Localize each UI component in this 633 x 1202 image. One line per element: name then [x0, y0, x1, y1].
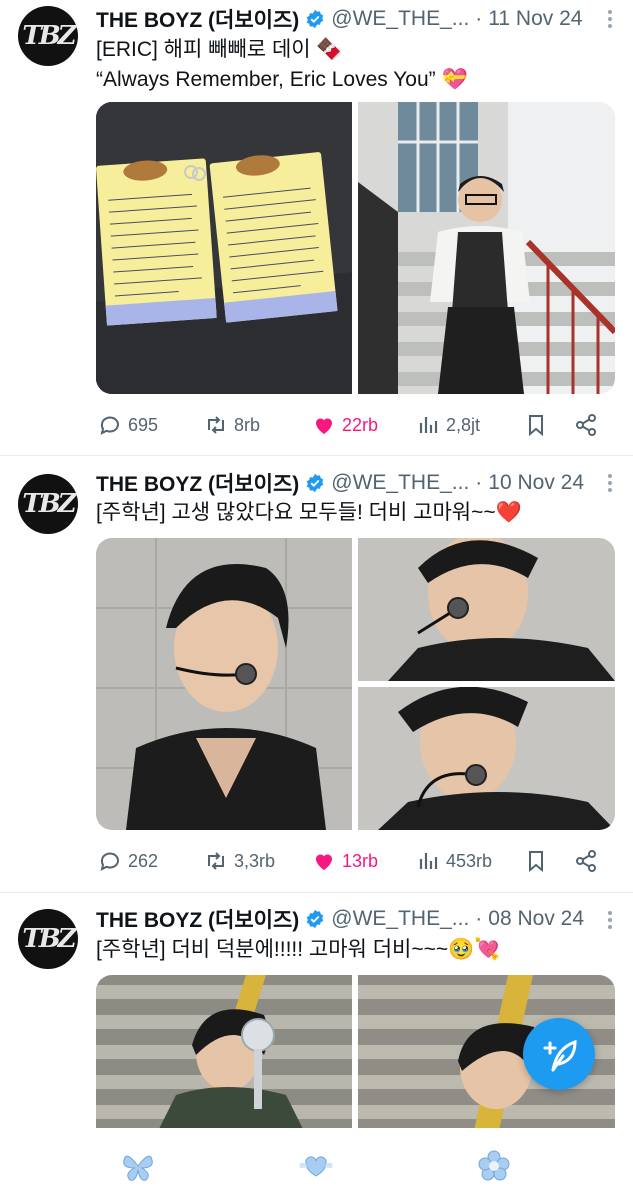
reply-button[interactable]: 262	[98, 846, 158, 876]
reply-count: 695	[128, 414, 159, 435]
verified-badge-icon	[307, 909, 324, 929]
selfie-with-headset-mic[interactable]	[96, 538, 352, 830]
tweet-media-grid[interactable]	[96, 538, 615, 830]
more-options-icon[interactable]	[601, 911, 619, 929]
more-options-icon[interactable]	[601, 10, 619, 28]
tweet-text: [주학년] 더비 덕분에!!!!! 고마워 더비~~~🥹💘	[96, 935, 619, 965]
view-count: 2,8jt	[446, 414, 481, 435]
like-button[interactable]: 13rb	[312, 846, 378, 876]
handwritten-letters-photo[interactable]	[96, 102, 352, 394]
author-handle[interactable]: @WE_THE_...	[331, 471, 469, 495]
retweet-count: 3,3rb	[234, 850, 276, 871]
retweet-icon	[208, 852, 224, 870]
reply-icon	[100, 416, 119, 435]
photo-holding-lightstick[interactable]	[96, 975, 352, 1135]
eric-on-staircase-photo[interactable]	[358, 102, 615, 394]
like-count: 22rb	[342, 414, 379, 435]
avatar[interactable]: TBZ	[18, 6, 78, 66]
views-icon	[419, 417, 438, 433]
reply-button[interactable]: 695	[98, 410, 158, 440]
author-handle[interactable]: @WE_THE_...	[331, 907, 469, 931]
tweet-header: THE BOYZ (더보이즈) @WE_THE_... · 08 Nov 24	[96, 905, 621, 933]
tweet-1[interactable]: TBZ THE BOYZ (더보이즈) @WE_THE_... · 11 Nov…	[0, 0, 633, 456]
like-button[interactable]: 22rb	[312, 410, 378, 440]
heart-wings-icon[interactable]	[298, 1148, 334, 1184]
tweet-text-line: [주학년] 더비 덕분에!!!!! 고마워 더비~~~🥹💘	[96, 938, 501, 961]
reply-icon	[100, 852, 119, 871]
bookmark-icon	[529, 851, 543, 873]
bookmark-button[interactable]	[524, 846, 554, 876]
views-button[interactable]: 2,8jt	[416, 410, 480, 440]
tweet-header: THE BOYZ (더보이즈) @WE_THE_... · 10 Nov 24	[96, 469, 621, 497]
tweet-date[interactable]: 11 Nov 24	[488, 7, 582, 31]
separator-dot: ·	[475, 471, 483, 494]
avatar[interactable]: TBZ	[18, 474, 78, 534]
like-count: 13rb	[342, 850, 379, 871]
compose-tweet-button[interactable]	[523, 1018, 595, 1090]
tweet-text: [주학년] 고생 많았다요 모두들! 더비 고마워~~❤️	[96, 498, 619, 528]
reply-count: 262	[128, 850, 159, 871]
tweet-text-line: “Always Remember, Eric Loves You” 💝	[96, 68, 468, 91]
tweet-date[interactable]: 08 Nov 24	[488, 907, 584, 931]
heart-icon	[316, 854, 332, 870]
tweet-date[interactable]: 10 Nov 24	[488, 471, 584, 495]
tweet-2[interactable]: TBZ THE BOYZ (더보이즈) @WE_THE_... · 10 Nov…	[0, 456, 633, 893]
retweet-button[interactable]: 3,3rb	[204, 846, 275, 876]
verified-badge-icon	[307, 9, 324, 29]
tweet-text-line: [ERIC] 해피 빼빼로 데이 🍫	[96, 38, 343, 61]
author-name[interactable]: THE BOYZ (더보이즈)	[96, 468, 299, 498]
tweet-text: [ERIC] 해피 빼빼로 데이 🍫 “Always Remember, Eri…	[96, 35, 619, 95]
share-button[interactable]	[574, 410, 604, 440]
author-name[interactable]: THE BOYZ (더보이즈)	[96, 904, 299, 934]
tweet-text-line: [주학년] 고생 많았다요 모두들! 더비 고마워~~❤️	[96, 501, 522, 524]
retweet-icon	[208, 416, 224, 434]
tweet-media-grid[interactable]	[96, 102, 615, 394]
avatar[interactable]: TBZ	[18, 909, 78, 969]
share-icon	[576, 414, 596, 436]
separator-dot: ·	[475, 7, 483, 30]
tweet-header: THE BOYZ (더보이즈) @WE_THE_... · 11 Nov 24	[96, 5, 621, 33]
bookmark-button[interactable]	[524, 410, 554, 440]
bookmark-icon	[529, 415, 543, 437]
flower-icon[interactable]	[476, 1148, 512, 1184]
bottom-navigation	[0, 1128, 633, 1200]
butterfly-icon[interactable]	[120, 1148, 156, 1184]
retweet-count: 8rb	[234, 414, 261, 435]
share-icon	[576, 850, 596, 872]
author-handle[interactable]: @WE_THE_...	[331, 7, 469, 31]
compose-icon	[543, 1039, 577, 1072]
avatar-logo: TBZ	[22, 924, 76, 954]
avatar-logo: TBZ	[22, 21, 76, 51]
retweet-button[interactable]: 8rb	[204, 410, 260, 440]
heart-icon	[316, 418, 332, 434]
more-options-icon[interactable]	[601, 474, 619, 492]
views-icon	[419, 853, 438, 869]
author-name[interactable]: THE BOYZ (더보이즈)	[96, 4, 299, 34]
verified-badge-icon	[307, 473, 324, 493]
selfie-closeup-2[interactable]	[358, 687, 615, 830]
tweet-actions: 695 8rb 22rb 2,8jt	[96, 410, 615, 440]
views-button[interactable]: 453rb	[416, 846, 492, 876]
tweet-actions: 262 3,3rb 13rb 453rb	[96, 846, 615, 876]
view-count: 453rb	[446, 850, 493, 871]
share-button[interactable]	[574, 846, 604, 876]
selfie-closeup-1[interactable]	[358, 538, 615, 681]
separator-dot: ·	[475, 907, 483, 930]
avatar-logo: TBZ	[22, 489, 76, 519]
